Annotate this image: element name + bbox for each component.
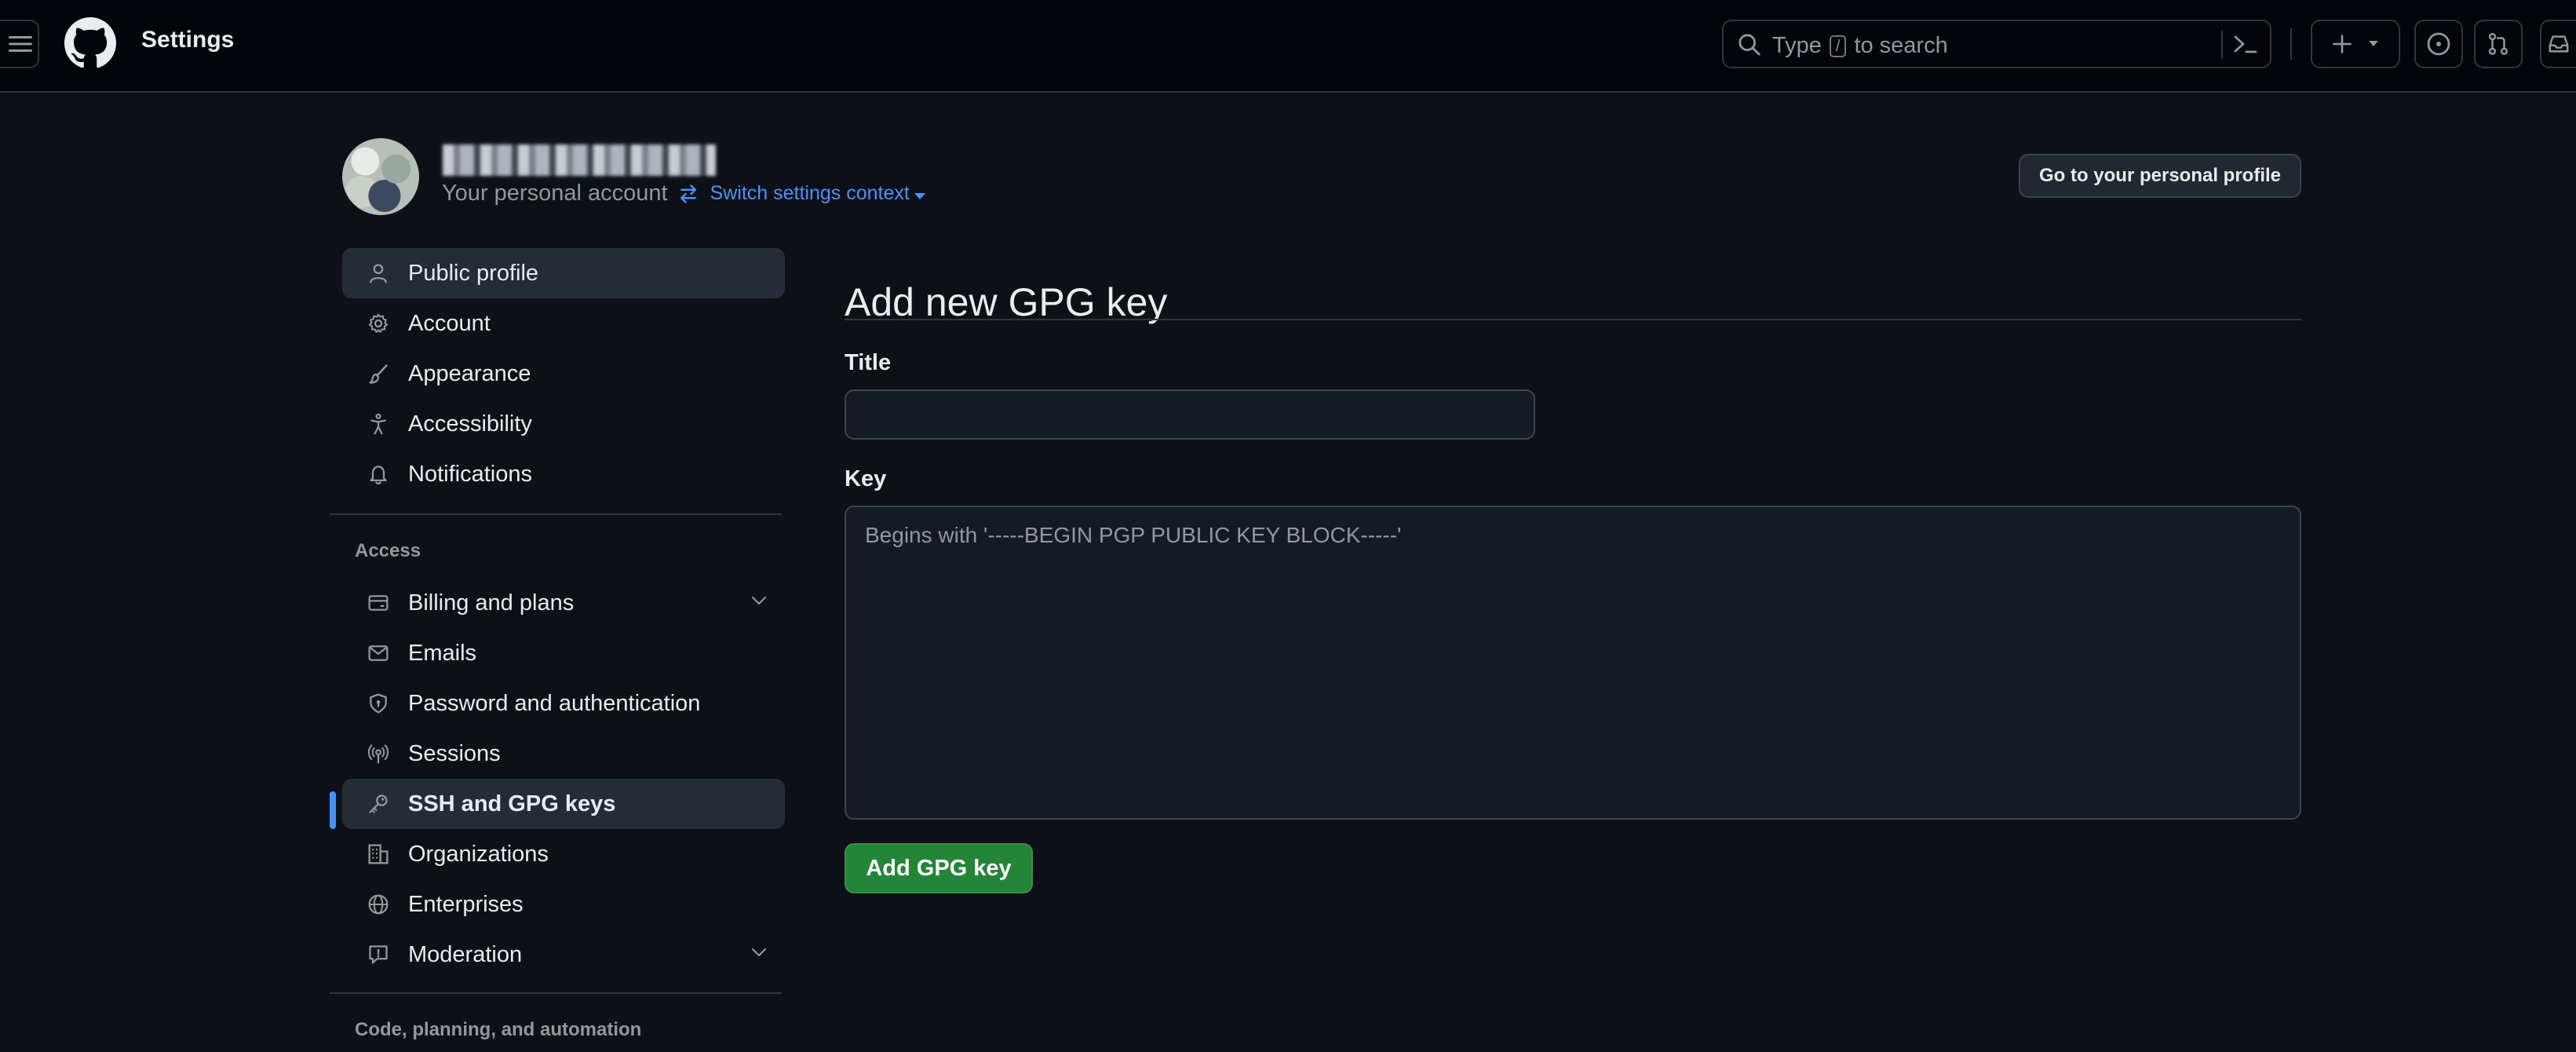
search-divider: [2221, 31, 2223, 59]
sidebar-section-code-planning-automation: Code, planning, and automation: [355, 1019, 642, 1040]
search-placeholder: Type / to search: [1772, 33, 1948, 59]
sidebar-item-label: Sessions: [408, 740, 501, 766]
inbox-icon: [2549, 35, 2569, 53]
github-logo-icon[interactable]: [64, 17, 116, 69]
search-prefix: Type: [1772, 33, 1822, 58]
key-icon: [369, 794, 388, 813]
go-to-personal-profile-button[interactable]: Go to your personal profile: [2019, 154, 2301, 198]
gear-icon: [368, 313, 389, 333]
sidebar-item-account[interactable]: Account: [342, 298, 785, 349]
person-icon: [370, 264, 387, 283]
search-input[interactable]: Type / to search: [1722, 20, 2271, 68]
plus-icon: [2333, 35, 2352, 53]
switch-settings-context-link[interactable]: Switch settings context: [710, 182, 925, 205]
create-new-button[interactable]: [2311, 20, 2400, 68]
sidebar-section-access: Access: [355, 540, 421, 561]
sidebar-item-moderation[interactable]: Moderation: [342, 930, 785, 980]
organization-icon: [368, 844, 389, 864]
search-suffix: to search: [1854, 33, 1948, 58]
key-textarea[interactable]: [845, 506, 2301, 820]
sidebar-item-label: Notifications: [408, 461, 532, 487]
switch-settings-context-label: Switch settings context: [710, 182, 910, 204]
arrow-switch-icon: [680, 184, 696, 203]
sidebar-item-billing[interactable]: Billing and plans: [342, 578, 785, 628]
sidebar-item-public-profile[interactable]: Public profile: [342, 248, 785, 298]
git-pull-request-icon: [2488, 33, 2508, 55]
avatar[interactable]: [342, 138, 419, 215]
hamburger-icon: [9, 36, 32, 52]
sidebar-item-label: Public profile: [408, 260, 539, 286]
page-title: Add new GPG key: [845, 279, 1168, 324]
sidebar-divider: [330, 992, 782, 994]
account-type-label: Your personal account: [442, 181, 668, 206]
pull-requests-button[interactable]: [2474, 20, 2523, 68]
chevron-down-icon: [751, 596, 767, 605]
paintbrush-icon: [369, 364, 388, 384]
account-context: Your personal account Switch settings co…: [442, 181, 925, 206]
sidebar-item-enterprises[interactable]: Enterprises: [342, 879, 785, 930]
report-icon: [369, 945, 388, 964]
sidebar-item-label: Enterprises: [408, 891, 524, 917]
sidebar-item-password-authentication[interactable]: Password and authentication: [342, 678, 785, 729]
add-gpg-key-button[interactable]: Add GPG key: [845, 843, 1033, 893]
menu-button[interactable]: [0, 20, 39, 68]
page-context-title[interactable]: Settings: [141, 27, 234, 53]
broadcast-icon: [367, 744, 389, 764]
bell-icon: [370, 466, 387, 484]
command-palette-icon[interactable]: [2232, 32, 2259, 56]
inbox-button[interactable]: [2540, 20, 2576, 68]
sidebar-item-notifications[interactable]: Notifications: [342, 449, 785, 499]
search-shortcut-key: /: [1829, 35, 1847, 57]
issues-button[interactable]: [2414, 20, 2463, 68]
caret-down-icon: [914, 193, 925, 199]
credit-card-icon: [368, 595, 389, 611]
username-redacted: [443, 144, 716, 176]
title-divider: [845, 319, 2301, 320]
selected-indicator: [330, 791, 336, 829]
title-field-label: Title: [845, 350, 892, 375]
sidebar-item-label: Password and authentication: [408, 690, 701, 716]
header-divider: [2290, 28, 2292, 60]
sidebar-item-label: Emails: [408, 640, 477, 666]
accessibility-icon: [370, 413, 386, 435]
sidebar-item-organizations[interactable]: Organizations: [342, 829, 785, 879]
search-icon: [1739, 34, 1761, 56]
globe-icon: [368, 894, 389, 915]
sidebar-item-accessibility[interactable]: Accessibility: [342, 399, 785, 449]
sidebar-item-label: Billing and plans: [408, 590, 575, 615]
sidebar-item-label: Accessibility: [408, 411, 532, 437]
sidebar-item-emails[interactable]: Emails: [342, 628, 785, 678]
sidebar-item-label: Account: [408, 310, 491, 336]
app-header: Settings Type / to search: [0, 0, 2576, 93]
triangle-down-icon: [2369, 41, 2378, 46]
key-field-label: Key: [845, 466, 887, 491]
sidebar-item-label: Organizations: [408, 841, 549, 867]
issue-opened-icon: [2427, 32, 2450, 56]
shield-lock-icon: [370, 693, 387, 714]
sidebar-item-label: Appearance: [408, 360, 531, 386]
sidebar-item-label: Moderation: [408, 941, 523, 967]
sidebar-item-ssh-gpg-keys[interactable]: SSH and GPG keys: [342, 779, 785, 829]
sidebar-item-sessions[interactable]: Sessions: [342, 729, 785, 779]
sidebar-divider: [330, 513, 782, 515]
title-input[interactable]: [845, 389, 1535, 440]
sidebar-item-label: SSH and GPG keys: [408, 791, 616, 816]
mail-icon: [368, 645, 389, 661]
chevron-down-icon: [751, 948, 767, 957]
sidebar-item-appearance[interactable]: Appearance: [342, 349, 785, 399]
